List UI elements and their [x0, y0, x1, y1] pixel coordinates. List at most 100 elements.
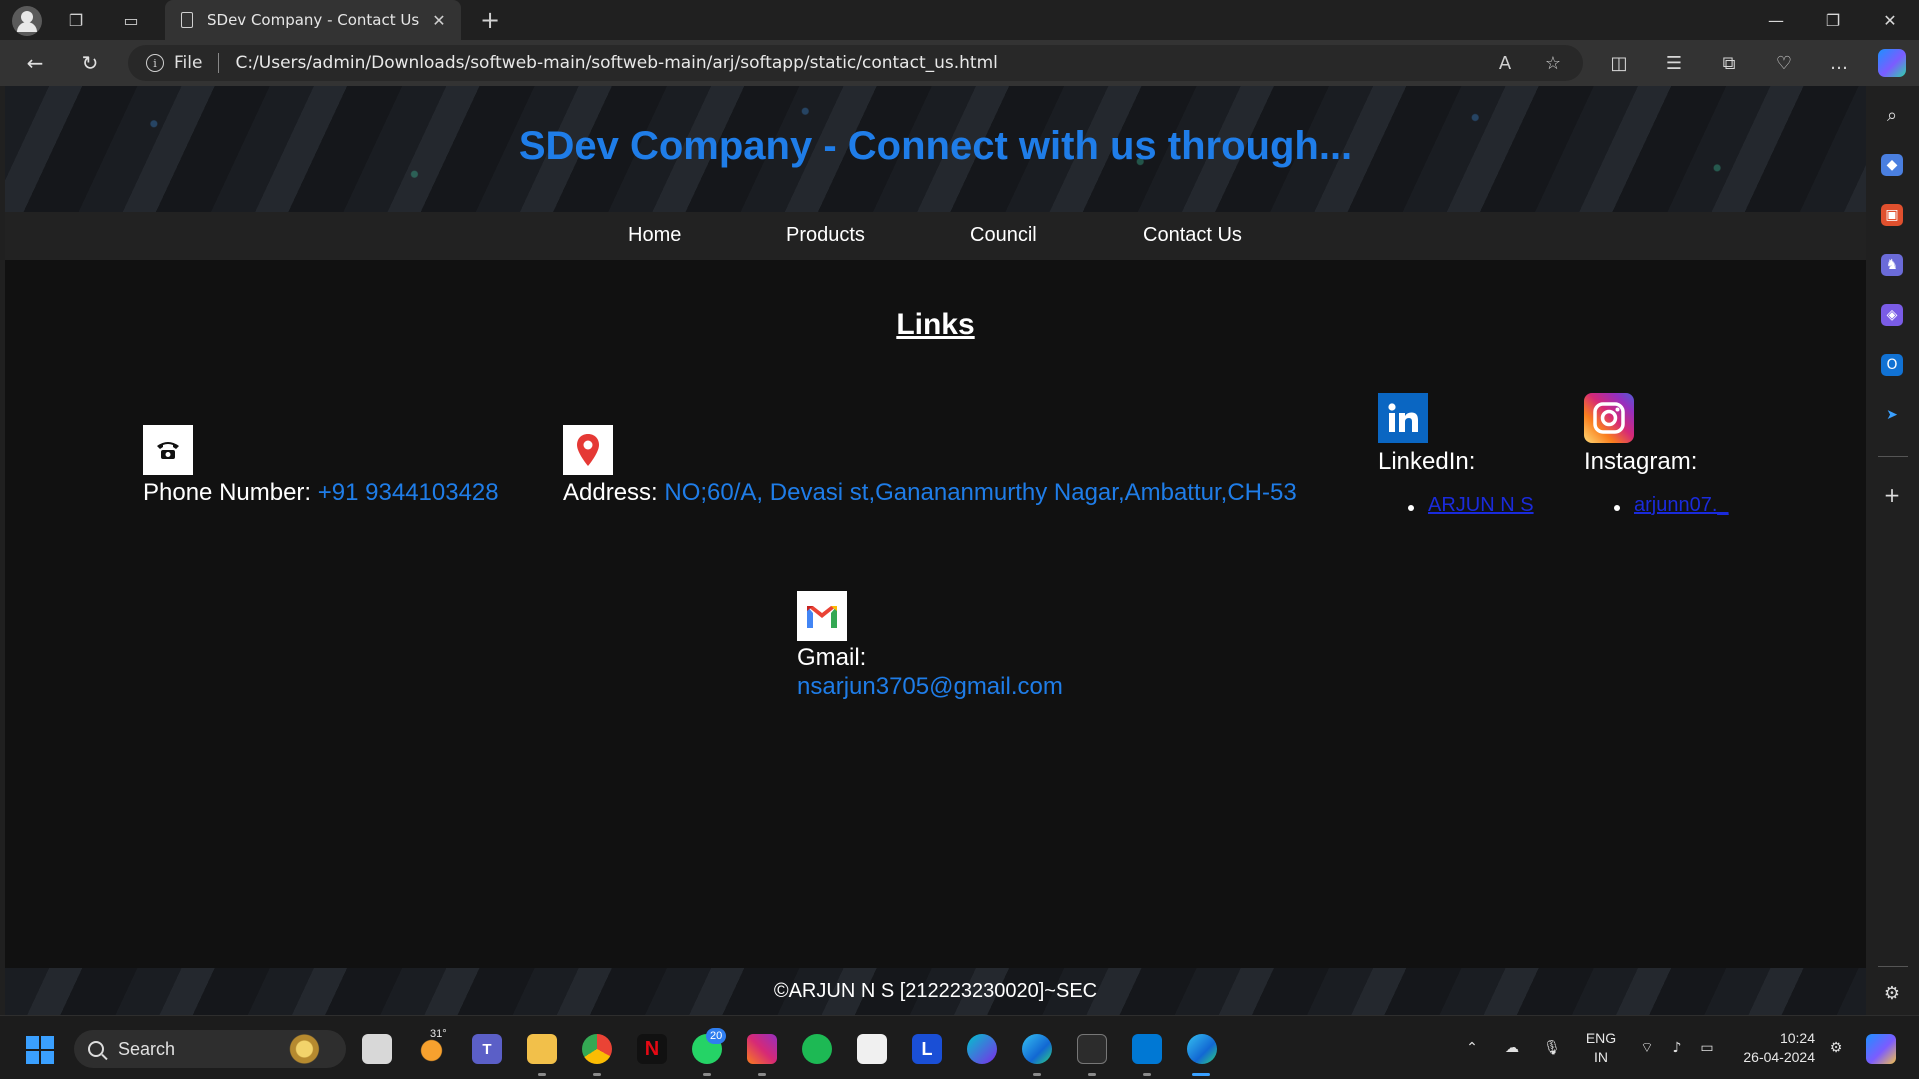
file-label: File — [174, 53, 203, 73]
gmail-address[interactable]: nsarjun3705@gmail.com — [797, 673, 1063, 701]
task-view-icon[interactable] — [362, 1034, 392, 1064]
whatsapp-unread-badge: 20 — [706, 1028, 727, 1044]
l-app-icon[interactable]: L — [912, 1034, 942, 1064]
minimize-icon[interactable]: — — [1748, 0, 1804, 40]
language-line2[interactable]: IN — [1584, 1049, 1618, 1065]
phone-label: Phone Number: — [143, 479, 318, 506]
windows-taskbar: Search 31° T N 20 L ⌃ ☁ 🎙 ENG IN ⌔ ♪ ▭ 1… — [0, 1015, 1919, 1079]
running-indicator — [1033, 1073, 1041, 1076]
terminal-icon[interactable] — [1077, 1034, 1107, 1064]
start-windows-icon[interactable] — [26, 1036, 54, 1064]
nav-council-link[interactable]: Council — [970, 224, 1037, 247]
gmail-label: Gmail: — [797, 644, 867, 671]
file-explorer-icon[interactable] — [527, 1034, 557, 1064]
list-bullet — [1408, 505, 1414, 511]
telephone-icon — [143, 425, 193, 475]
close-tab-icon[interactable]: ✕ — [429, 10, 449, 30]
more-options-icon[interactable]: … — [1824, 49, 1854, 77]
address-bar[interactable]: i File C:/Users/admin/Downloads/softweb-… — [128, 45, 1583, 81]
games-icon[interactable]: ♞ — [1881, 254, 1903, 276]
read-aloud-icon[interactable]: A — [1490, 45, 1520, 81]
canva-icon[interactable] — [967, 1034, 997, 1064]
running-indicator — [1143, 1073, 1151, 1076]
instagram-icon — [1584, 393, 1634, 443]
close-window-icon[interactable]: ✕ — [1862, 0, 1918, 40]
active-tab[interactable]: SDev Company - Contact Us ✕ — [165, 0, 461, 40]
edge-active-icon[interactable] — [1187, 1034, 1217, 1064]
microsoft-store-icon[interactable] — [857, 1034, 887, 1064]
edge-sidebar: ⌕ ◆ ▣ ♞ ◈ O ➤ + ⚙ — [1866, 86, 1919, 1015]
search-highlight-icon — [282, 1034, 338, 1064]
vertical-tabs-icon[interactable]: ▭ — [117, 6, 145, 34]
vscode-icon[interactable] — [1132, 1034, 1162, 1064]
clock-time[interactable]: 10:24 — [1735, 1030, 1815, 1046]
instagram-label: Instagram: — [1584, 448, 1698, 475]
running-indicator — [703, 1073, 711, 1076]
instagram-profile-link[interactable]: arjunn07._ — [1634, 494, 1729, 517]
restore-icon[interactable]: ❐ — [1805, 0, 1861, 40]
address-field: Address: NO;60/A, Devasi st,Ganananmurth… — [563, 479, 1297, 507]
volume-icon[interactable]: ♪ — [1667, 1038, 1687, 1058]
outlook-icon[interactable]: O — [1881, 354, 1903, 376]
edge-icon[interactable] — [1022, 1034, 1052, 1064]
running-indicator — [758, 1073, 766, 1076]
browser-essentials-icon[interactable]: ♡ — [1769, 49, 1799, 77]
copilot-sidebar-icon[interactable]: ◈ — [1881, 304, 1903, 326]
onedrive-cloud-icon[interactable]: ☁ — [1502, 1038, 1522, 1058]
site-navbar: Home Products Council Contact Us — [5, 212, 1866, 260]
browser-toolbar: ← ↻ i File C:/Users/admin/Downloads/soft… — [0, 40, 1919, 86]
wifi-icon[interactable]: ⌔ — [1637, 1038, 1657, 1058]
browser-tab-bar: ❐ ▭ SDev Company - Contact Us ✕ + — ❐ ✕ — [0, 0, 1919, 40]
netflix-icon[interactable]: N — [637, 1034, 667, 1064]
footer-copyright: ©ARJUN N S [212223230020]~SEC — [773, 980, 1098, 1002]
settings-gear-icon[interactable]: ⚙ — [1881, 982, 1903, 1004]
microphone-icon[interactable]: 🎙 — [1542, 1038, 1562, 1058]
copilot-taskbar-icon[interactable] — [1866, 1034, 1896, 1064]
refresh-icon[interactable]: ↻ — [75, 49, 105, 77]
notifications-icon[interactable]: ⚙ — [1826, 1038, 1846, 1058]
hero-title: SDev Company - Connect with us through..… — [518, 124, 1353, 168]
favorites-icon[interactable]: ☰ — [1659, 49, 1689, 77]
collections-icon[interactable]: ⧉ — [1714, 49, 1744, 77]
nav-products-link[interactable]: Products — [786, 224, 865, 247]
send-icon[interactable]: ➤ — [1881, 404, 1903, 426]
search-label: Search — [118, 1038, 176, 1059]
spotify-icon[interactable] — [802, 1034, 832, 1064]
list-bullet — [1614, 505, 1620, 511]
taskbar-search-box[interactable]: Search — [74, 1030, 346, 1068]
chevron-up-icon[interactable]: ⌃ — [1462, 1038, 1482, 1058]
new-tab-icon[interactable]: + — [476, 6, 504, 34]
workspaces-icon[interactable]: ❐ — [62, 6, 90, 34]
copilot-icon[interactable] — [1878, 49, 1906, 77]
running-indicator — [593, 1073, 601, 1076]
linkedin-profile-link[interactable]: ARJUN N S — [1428, 494, 1534, 517]
profile-avatar-icon[interactable] — [12, 6, 42, 36]
links-heading: Links — [896, 308, 975, 341]
address-label: Address: — [563, 479, 665, 506]
chrome-icon[interactable] — [582, 1034, 612, 1064]
active-indicator — [1192, 1073, 1210, 1076]
running-indicator — [1088, 1073, 1096, 1076]
shopping-tag-icon[interactable]: ◆ — [1881, 154, 1903, 176]
tools-briefcase-icon[interactable]: ▣ — [1881, 204, 1903, 226]
instagram-app-icon[interactable] — [747, 1034, 777, 1064]
nav-home-link[interactable]: Home — [628, 224, 681, 247]
nav-contact-us-link[interactable]: Contact Us — [1143, 224, 1242, 247]
search-icon[interactable]: ⌕ — [1881, 104, 1903, 126]
location-pin-icon — [563, 425, 613, 475]
split-screen-icon[interactable]: ◫ — [1604, 49, 1634, 77]
hero-banner: SDev Company - Connect with us through..… — [5, 86, 1866, 212]
back-icon[interactable]: ← — [20, 49, 50, 77]
site-footer: ©ARJUN N S [212223230020]~SEC — [5, 968, 1866, 1015]
linkedin-label: LinkedIn: — [1378, 448, 1476, 475]
phone-number[interactable]: +91 9344103428 — [318, 479, 499, 506]
teams-icon[interactable]: T — [472, 1034, 502, 1064]
battery-icon[interactable]: ▭ — [1697, 1038, 1717, 1058]
info-icon[interactable]: i — [146, 54, 164, 72]
language-line1[interactable]: ENG — [1584, 1030, 1618, 1046]
weather-temperature: 31° — [430, 1028, 447, 1040]
add-icon[interactable]: + — [1881, 483, 1903, 507]
clock-date[interactable]: 26-04-2024 — [1735, 1049, 1815, 1065]
favorite-star-icon[interactable]: ☆ — [1538, 45, 1568, 81]
url-text[interactable]: C:/Users/admin/Downloads/softweb-main/so… — [235, 53, 997, 73]
